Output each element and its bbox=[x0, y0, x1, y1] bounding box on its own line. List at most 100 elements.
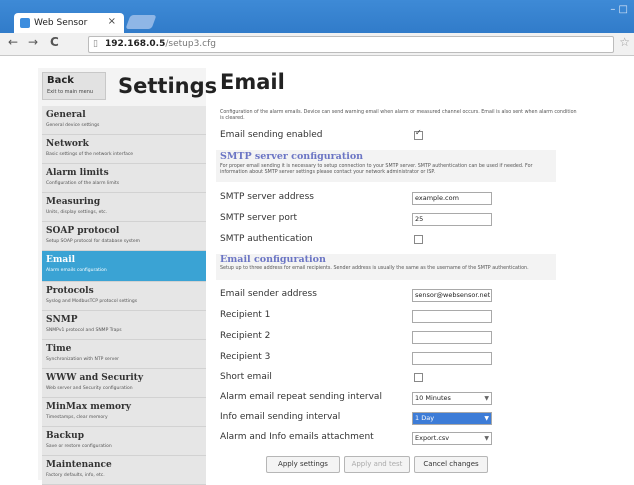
reload-icon[interactable]: C bbox=[50, 35, 59, 49]
sidebar-item-sublabel: Setup SOAP protocol for database system bbox=[46, 239, 141, 244]
bookmark-star-icon[interactable]: ☆ bbox=[619, 35, 630, 49]
favicon-icon bbox=[20, 18, 30, 28]
sidebar-item-label: Time bbox=[46, 344, 72, 354]
url-path: /setup3.cfg bbox=[165, 39, 216, 49]
chevron-down-icon: ▼ bbox=[484, 395, 489, 402]
sidebar-item-protocols[interactable]: Protocols Syslog and ModbusTCP protocol s… bbox=[42, 282, 206, 311]
sidebar-item-sublabel: Syslog and ModbusTCP protocol settings bbox=[46, 299, 138, 304]
sidebar-item-label: General bbox=[46, 110, 86, 120]
sidebar-item-backup[interactable]: Backup Save or restore configuration bbox=[42, 427, 206, 456]
sidebar-item-label: Network bbox=[46, 139, 89, 149]
sidebar-item-label: Measuring bbox=[46, 197, 101, 207]
browser-toolbar: ← → C ▯ 192.168.0.5/setup3.cfg ☆ bbox=[0, 33, 634, 56]
sender-address-input[interactable]: sensor@websensor.net bbox=[412, 289, 492, 302]
info-interval-select[interactable]: 1 Day ▼ bbox=[412, 412, 492, 425]
back-arrow-icon[interactable]: ← bbox=[8, 35, 18, 49]
sidebar-item-email[interactable]: Email Alarm emails configuration bbox=[42, 251, 206, 282]
sidebar-item-label: Maintenance bbox=[46, 460, 112, 470]
recipient-2-input[interactable] bbox=[412, 331, 492, 344]
page-icon: ▯ bbox=[93, 39, 98, 49]
sidebar-item-sublabel: Web server and Security configuration bbox=[46, 386, 133, 391]
sidebar-item-sublabel: Factory defaults, info, etc. bbox=[46, 473, 105, 478]
sidebar-item-snmp[interactable]: SNMP SNMPv1 protocol and SNMP Traps bbox=[42, 311, 206, 340]
sidebar-item-measuring[interactable]: Measuring Units, display settings, etc. bbox=[42, 193, 206, 222]
info-interval-value: 1 Day bbox=[415, 414, 435, 422]
settings-title: Settings bbox=[118, 74, 218, 98]
browser-window: Web Sensor × – □ ← → C ▯ 192.168.0.5/set… bbox=[0, 0, 634, 485]
page-content: Back Exit to main menu Settings General G… bbox=[0, 56, 634, 485]
recipient-3-input[interactable] bbox=[412, 352, 492, 365]
forward-arrow-icon[interactable]: → bbox=[28, 35, 38, 49]
sidebar-item-sublabel: Units, display settings, etc. bbox=[46, 210, 108, 215]
email-config-section-title: Email configuration bbox=[220, 254, 326, 265]
smtp-auth-checkbox[interactable] bbox=[414, 235, 423, 244]
sidebar-item-alarm-limits[interactable]: Alarm limits Configuration of the alarm l… bbox=[42, 164, 206, 193]
recipient-1-input[interactable] bbox=[412, 310, 492, 323]
sidebar-item-label: MinMax memory bbox=[46, 402, 131, 412]
email-enabled-label: Email sending enabled bbox=[220, 130, 323, 140]
repeat-interval-label: Alarm email repeat sending interval bbox=[220, 392, 382, 402]
back-button[interactable]: Back Exit to main menu bbox=[42, 72, 106, 100]
email-enabled-checkbox[interactable] bbox=[414, 128, 423, 140]
sidebar-item-sublabel: SNMPv1 protocol and SNMP Traps bbox=[46, 328, 122, 333]
tab-title: Web Sensor bbox=[34, 18, 88, 28]
tab-close-icon[interactable]: × bbox=[108, 16, 116, 27]
sidebar-item-sublabel: Timestamps, clear memory bbox=[46, 415, 108, 420]
recipient-2-label: Recipient 2 bbox=[220, 331, 271, 341]
attachment-label: Alarm and Info emails attachment bbox=[220, 432, 374, 442]
browser-tab[interactable]: Web Sensor × bbox=[14, 13, 124, 33]
recipient-1-label: Recipient 1 bbox=[220, 310, 271, 320]
url-host: 192.168.0.5/setup3.cfg bbox=[105, 39, 216, 49]
email-config-section-description: Setup up to three address for email reci… bbox=[220, 266, 529, 271]
window-controls-icon[interactable]: – □ bbox=[610, 4, 628, 15]
attachment-value: Export.csv bbox=[415, 434, 450, 442]
sidebar-item-minmax-memory[interactable]: MinMax memory Timestamps, clear memory bbox=[42, 398, 206, 427]
page-title: Email bbox=[220, 70, 285, 94]
email-settings-panel: Email Configuration of the alarm emails.… bbox=[216, 68, 624, 480]
sidebar-item-time[interactable]: Time Synchronization with NTP server bbox=[42, 340, 206, 369]
repeat-interval-value: 10 Minutes bbox=[415, 394, 451, 402]
smtp-section-title: SMTP server configuration bbox=[220, 151, 364, 162]
repeat-interval-select[interactable]: 10 Minutes ▼ bbox=[412, 392, 492, 405]
sidebar-item-network[interactable]: Network Basic settings of the network int… bbox=[42, 135, 206, 164]
sidebar-item-label: WWW and Security bbox=[46, 373, 144, 383]
short-email-label: Short email bbox=[220, 372, 272, 382]
sidebar-item-sublabel: Basic settings of the network interface bbox=[46, 152, 134, 157]
attachment-select[interactable]: Export.csv ▼ bbox=[412, 432, 492, 445]
sidebar-item-general[interactable]: General General device settings bbox=[42, 106, 206, 135]
sidebar-item-soap-protocol[interactable]: SOAP protocol Setup SOAP protocol for dat… bbox=[42, 222, 206, 251]
chevron-down-icon: ▼ bbox=[484, 415, 489, 422]
settings-sidebar: Back Exit to main menu Settings General G… bbox=[38, 68, 217, 485]
sender-address-label: Email sender address bbox=[220, 289, 317, 299]
smtp-port-input[interactable]: 25 bbox=[412, 213, 492, 226]
sidebar-item-www-security[interactable]: WWW and Security Web server and Security … bbox=[42, 369, 206, 398]
smtp-address-label: SMTP server address bbox=[220, 192, 314, 202]
chevron-down-icon: ▼ bbox=[484, 435, 489, 442]
recipient-3-label: Recipient 3 bbox=[220, 352, 271, 362]
sidebar-item-label: Alarm limits bbox=[46, 168, 109, 178]
sidebar-item-label: Protocols bbox=[46, 286, 94, 296]
new-tab-button[interactable] bbox=[125, 15, 157, 29]
sidebar-item-label: SOAP protocol bbox=[46, 226, 120, 236]
smtp-auth-label: SMTP authentication bbox=[220, 234, 313, 244]
cancel-changes-button[interactable]: Cancel changes bbox=[414, 456, 488, 473]
back-label: Back bbox=[47, 75, 74, 86]
back-sublabel: Exit to main menu bbox=[47, 89, 94, 95]
sidebar-item-sublabel: Save or restore configuration bbox=[46, 444, 112, 449]
smtp-section-description: For proper email sending it is necessary… bbox=[220, 164, 533, 175]
apply-settings-button[interactable]: Apply settings bbox=[266, 456, 340, 473]
apply-and-test-button[interactable]: Apply and test bbox=[344, 456, 410, 473]
smtp-port-label: SMTP server port bbox=[220, 213, 298, 223]
sidebar-item-label: Backup bbox=[46, 431, 84, 441]
sidebar-item-label: SNMP bbox=[46, 315, 78, 325]
sidebar-item-sublabel: Synchronization with NTP server bbox=[46, 357, 119, 362]
info-interval-label: Info email sending interval bbox=[220, 412, 341, 422]
page-description: Configuration of the alarm emails. Devic… bbox=[220, 110, 577, 121]
sidebar-item-sublabel: Configuration of the alarm limits bbox=[46, 181, 120, 186]
sidebar-item-sublabel: General device settings bbox=[46, 123, 100, 128]
smtp-address-input[interactable]: example.com bbox=[412, 192, 492, 205]
address-bar[interactable]: ▯ 192.168.0.5/setup3.cfg bbox=[88, 36, 614, 53]
sidebar-item-label: Email bbox=[46, 255, 76, 265]
short-email-checkbox[interactable] bbox=[414, 373, 423, 382]
sidebar-item-sublabel: Alarm emails configuration bbox=[46, 268, 107, 273]
